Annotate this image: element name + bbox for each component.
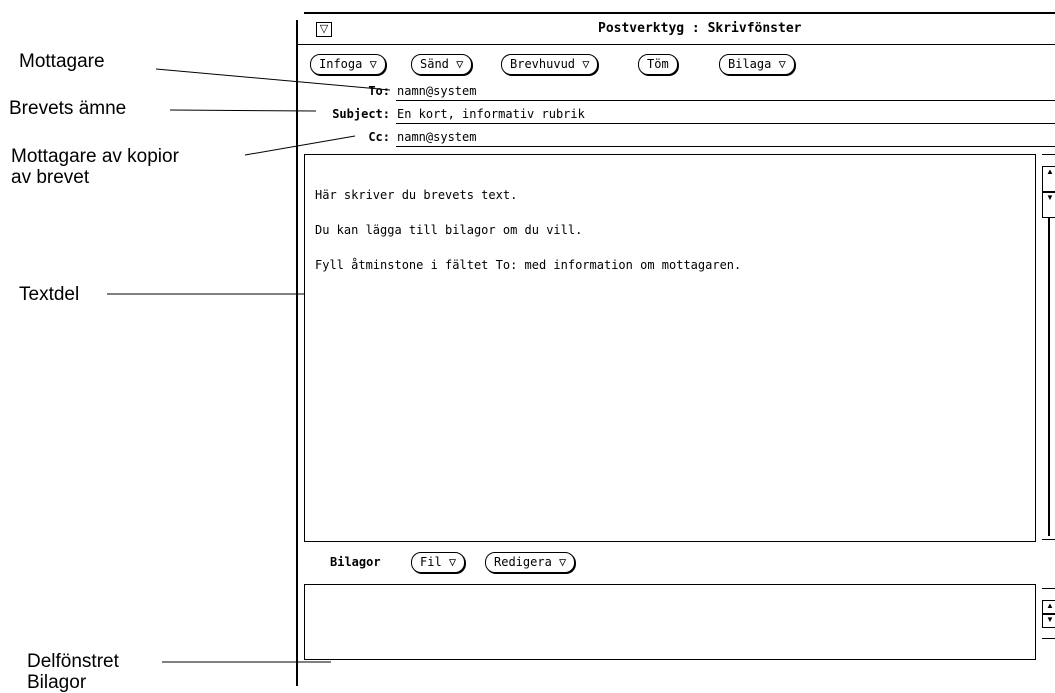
attachments-pane[interactable] [304, 584, 1036, 660]
cc-underline [396, 146, 1055, 147]
to-field[interactable]: namn@system [397, 84, 476, 98]
send-menu-button[interactable]: Sänd ▽ [411, 54, 473, 75]
callout-recipient: Mottagare [19, 51, 105, 72]
to-underline [396, 100, 1055, 101]
scroll-down-arrow-icon[interactable]: ▼ [1042, 614, 1055, 628]
cc-label: Cc: [368, 130, 390, 144]
header-menu-button[interactable]: Brevhuvud ▽ [501, 54, 599, 75]
callout-cc-line1: Mottagare av kopior [11, 146, 179, 167]
scrollbar-cap-bottom [1042, 539, 1055, 540]
callout-subject: Brevets ämne [9, 98, 127, 119]
clear-button[interactable]: Töm [638, 54, 678, 75]
subject-label: Subject: [332, 107, 390, 121]
scroll-down-arrow-icon[interactable]: ▼ [1042, 192, 1055, 218]
scrollbar-cap-bottom [1042, 638, 1055, 639]
scroll-up-arrow-icon[interactable]: ▲ [1042, 600, 1055, 614]
scrollbar-cap-top [1042, 588, 1055, 589]
attachments-label: Bilagor [330, 555, 381, 569]
callout-attachments-line1: Delfönstret [27, 651, 119, 672]
to-label: To: [368, 84, 390, 98]
message-text-pane[interactable]: Här skriver du brevets text. Du kan lägg… [304, 154, 1036, 542]
edit-menu-button[interactable]: Redigera ▽ [485, 552, 576, 573]
scroll-up-arrow-icon[interactable]: ▲ [1042, 166, 1055, 192]
attachment-menu-button[interactable]: Bilaga ▽ [719, 54, 795, 75]
cc-field[interactable]: namn@system [397, 130, 476, 144]
callout-text-part: Textdel [19, 284, 80, 305]
attachments-scrollbar[interactable]: ▲ ▼ [1042, 588, 1055, 652]
subject-underline [396, 123, 1055, 124]
compose-window: ▽ Postverktyg : Skrivfönster Infoga ▽ Sä… [296, 12, 1055, 686]
callout-cc-line2: av brevet [11, 167, 90, 188]
window-menu-icon[interactable]: ▽ [316, 22, 332, 37]
scrollbar-cap-top [1042, 154, 1055, 155]
window-title: Postverktyg : Skrivfönster [598, 21, 802, 36]
text-scrollbar[interactable]: ▲ ▼ [1042, 154, 1055, 542]
body-line: Här skriver du brevets text. [315, 188, 518, 202]
scrollbar-track[interactable] [1048, 218, 1050, 536]
file-menu-button[interactable]: Fil ▽ [411, 552, 466, 573]
body-line: Fyll åtminstone i fältet To: med informa… [315, 258, 742, 272]
leader-subject [169, 109, 317, 112]
subject-field[interactable]: En kort, informativ rubrik [397, 107, 585, 121]
title-divider [298, 44, 1055, 45]
insert-menu-button[interactable]: Infoga ▽ [310, 54, 386, 75]
body-line: Du kan lägga till bilagor om du vill. [315, 223, 583, 237]
